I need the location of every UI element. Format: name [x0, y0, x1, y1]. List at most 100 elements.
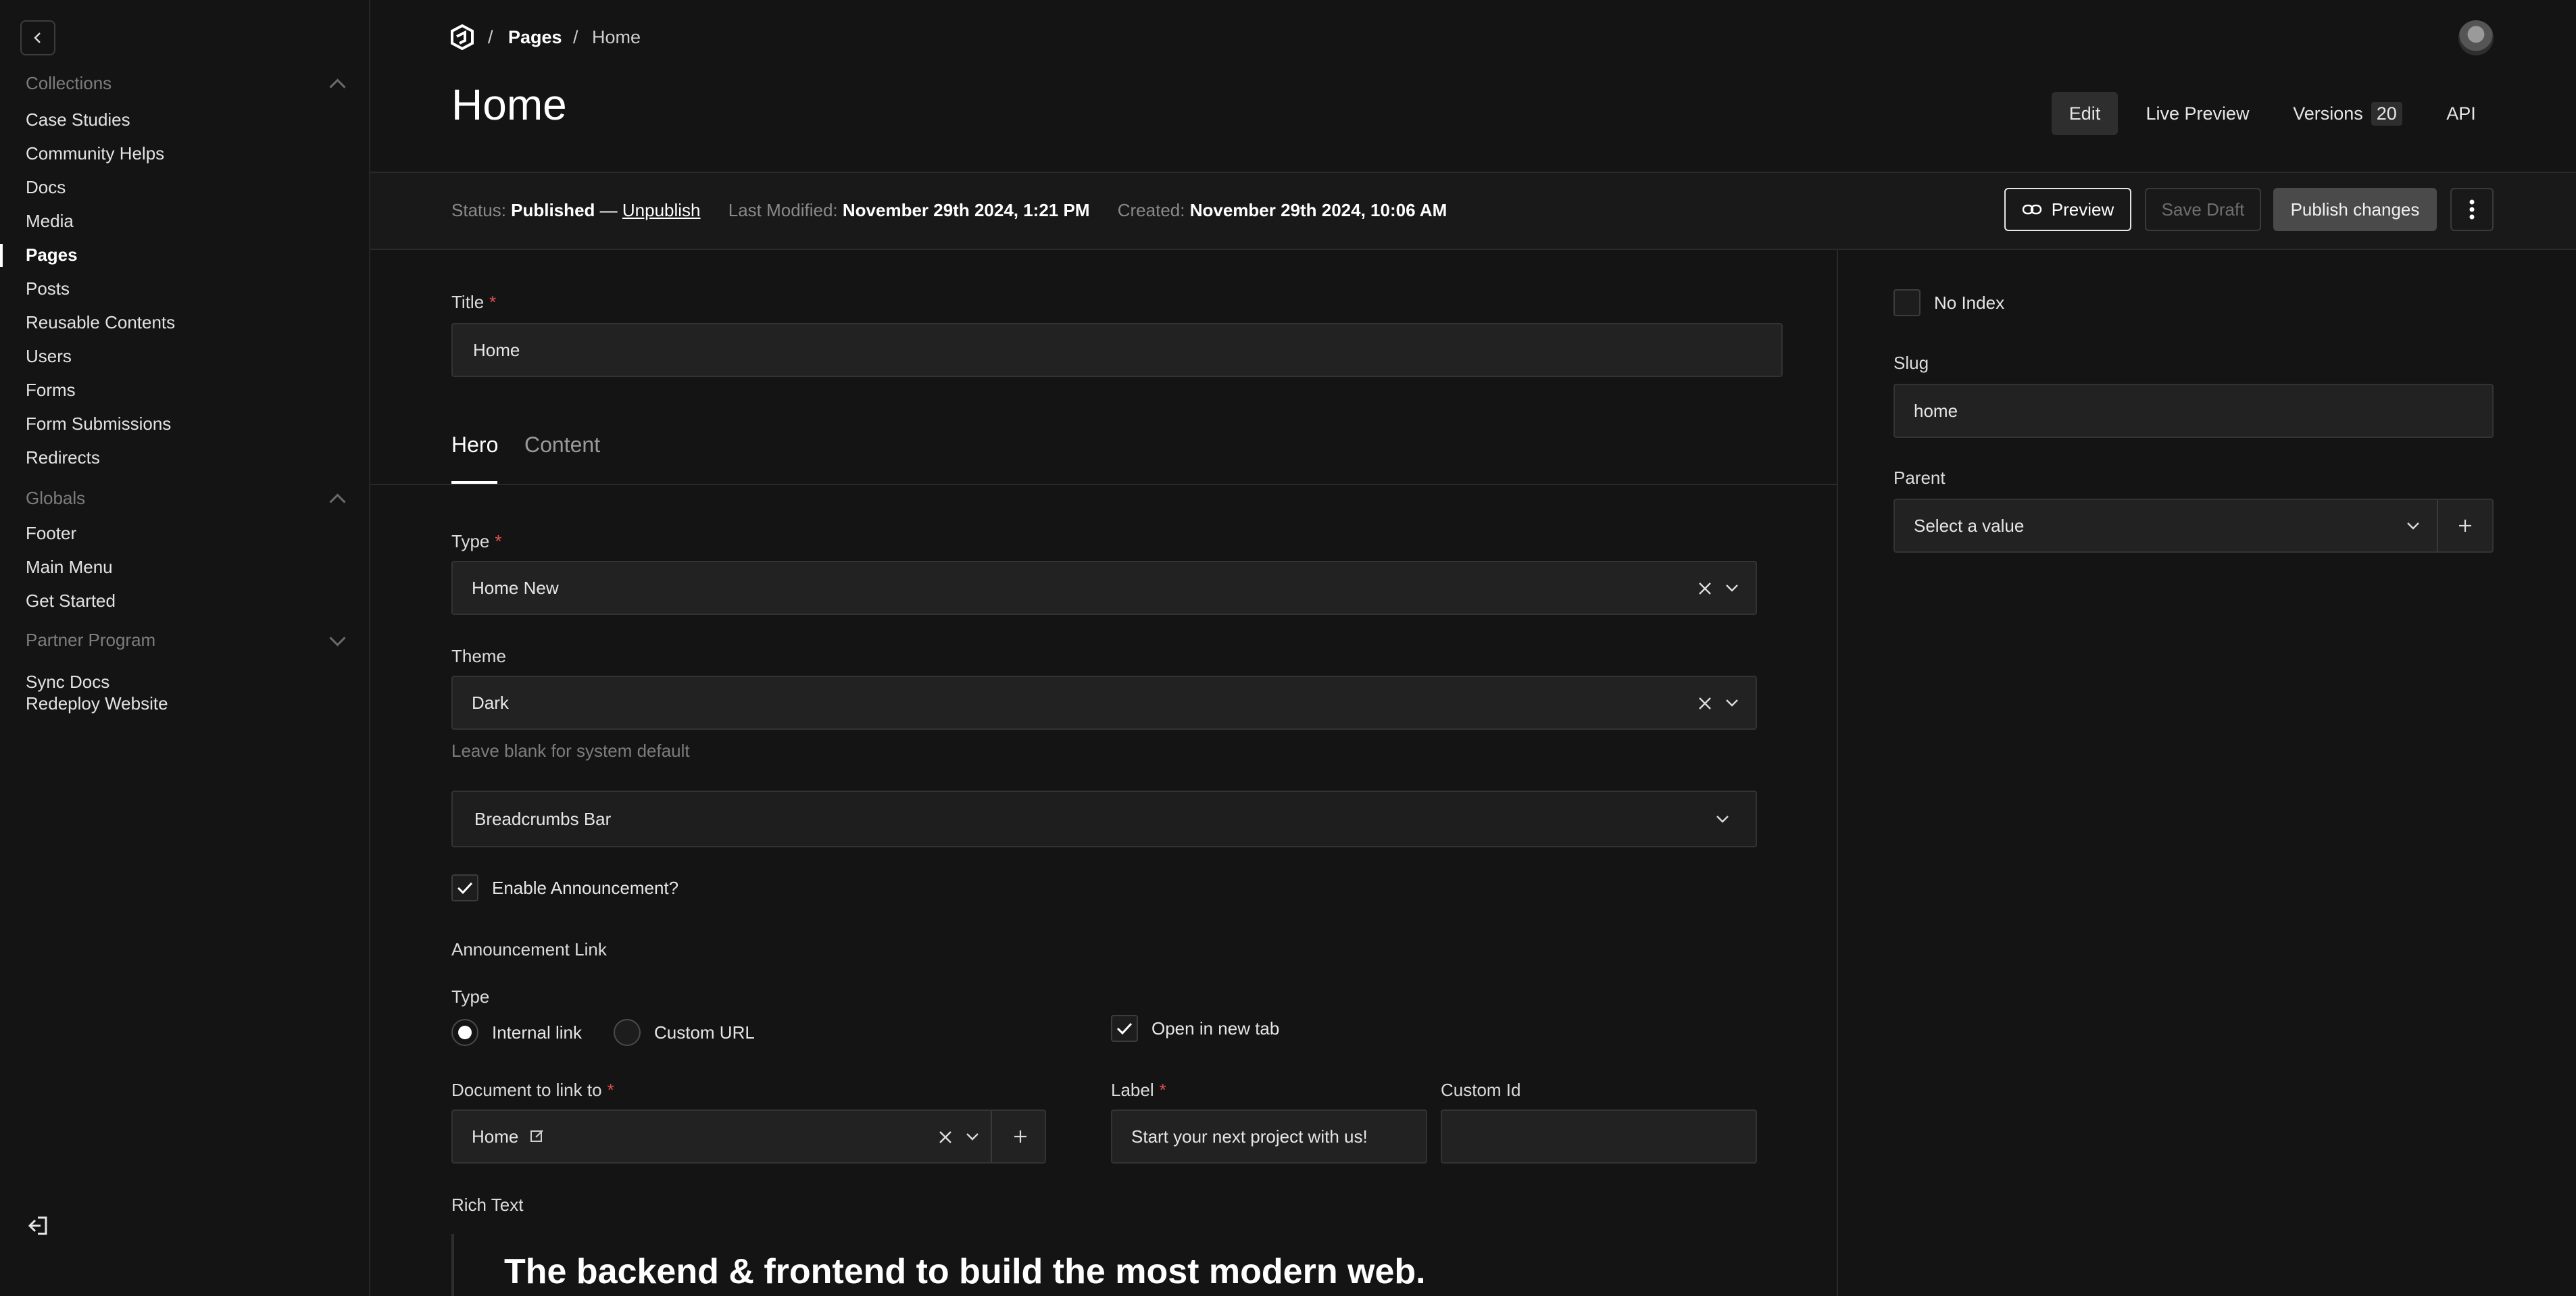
rich-text-editor[interactable]: The backend & frontend to build the most…	[504, 1251, 1426, 1292]
sidebar-group-globals[interactable]: Globals	[26, 488, 85, 509]
tab-versions[interactable]: Versions 20	[2288, 92, 2407, 135]
tab-live-preview[interactable]: Live Preview	[2137, 92, 2258, 135]
panel-divider	[1837, 250, 1838, 1296]
versions-count-badge: 20	[2371, 101, 2402, 126]
sidebar-item-get-started[interactable]: Get Started	[26, 591, 116, 612]
slug-input[interactable]: home	[1893, 384, 2494, 438]
more-vertical-icon	[2469, 199, 2475, 220]
sidebar-item-redirects[interactable]: Redirects	[26, 447, 100, 468]
tab-content[interactable]: Content	[524, 432, 600, 457]
select-divider	[2437, 500, 2438, 551]
app-logo-icon[interactable]	[450, 24, 474, 50]
logout-icon[interactable]	[27, 1214, 51, 1238]
chevron-down-icon[interactable]	[1715, 814, 1730, 824]
clear-icon[interactable]	[1698, 696, 1712, 711]
chevron-up-icon[interactable]	[329, 78, 346, 95]
tab-edit[interactable]: Edit	[2052, 92, 2118, 135]
parent-select[interactable]: Select a value	[1893, 499, 2494, 553]
chevron-down-icon[interactable]	[329, 630, 346, 647]
sidebar-item-media[interactable]: Media	[26, 211, 74, 232]
required-marker: *	[607, 1080, 614, 1100]
add-icon[interactable]	[2457, 518, 2473, 534]
enable-announcement-label: Enable Announcement?	[492, 878, 679, 898]
custom-id-label: Custom Id	[1441, 1080, 1521, 1100]
collapse-sidebar-button[interactable]	[20, 20, 55, 55]
type-label: Type *	[451, 531, 502, 552]
sidebar-item-main-menu[interactable]: Main Menu	[26, 557, 113, 578]
breadcrumb-home: Home	[592, 27, 641, 47]
unpublish-link[interactable]: Unpublish	[622, 200, 701, 220]
internal-link-label: Internal link	[492, 1022, 582, 1043]
link-label-input[interactable]: Start your next project with us!	[1111, 1110, 1427, 1164]
parent-label: Parent	[1893, 468, 1946, 488]
open-new-tab-label: Open in new tab	[1151, 1018, 1280, 1039]
status-value: Published	[511, 200, 595, 220]
clear-icon[interactable]	[938, 1130, 953, 1145]
title-input[interactable]: Home	[451, 323, 1783, 377]
breadcrumbs-bar-collapsible[interactable]: Breadcrumbs Bar	[451, 791, 1757, 847]
sidebar-item-form-submissions[interactable]: Form Submissions	[26, 414, 171, 434]
chevron-up-icon[interactable]	[329, 493, 346, 510]
preview-button-label: Preview	[2051, 199, 2114, 220]
internal-link-radio[interactable]	[451, 1019, 478, 1046]
more-options-button[interactable]	[2450, 188, 2494, 231]
status-label: Status:	[451, 200, 506, 220]
preview-button[interactable]: Preview	[2004, 188, 2131, 231]
sidebar-item-sync-docs[interactable]: Sync Docs	[26, 672, 109, 693]
breadcrumb-pages[interactable]: Pages	[508, 27, 562, 48]
add-icon[interactable]	[1012, 1128, 1029, 1145]
type-select[interactable]: Home New	[451, 561, 1757, 615]
active-indicator	[0, 244, 3, 267]
sidebar-item-reusable-contents[interactable]: Reusable Contents	[26, 312, 175, 333]
sidebar-item-docs[interactable]: Docs	[26, 177, 66, 198]
theme-select-value: Dark	[472, 693, 509, 713]
tabs-divider	[370, 484, 1837, 485]
no-index-checkbox[interactable]	[1893, 289, 1921, 316]
chevron-left-icon	[31, 31, 45, 45]
open-new-tab-checkbox[interactable]	[1111, 1015, 1138, 1042]
sidebar-item-community-helps[interactable]: Community Helps	[26, 143, 164, 164]
enable-announcement-checkbox[interactable]	[451, 874, 478, 901]
slug-label: Slug	[1893, 353, 1929, 373]
select-divider	[991, 1111, 992, 1162]
chevron-down-icon[interactable]	[2406, 520, 2421, 531]
sidebar-item-forms[interactable]: Forms	[26, 380, 76, 401]
last-modified-value: November 29th 2024, 1:21 PM	[842, 200, 1090, 220]
sidebar-item-users[interactable]: Users	[26, 346, 72, 367]
save-draft-button[interactable]: Save Draft	[2145, 188, 2261, 231]
publish-changes-button[interactable]: Publish changes	[2273, 188, 2437, 231]
tab-versions-label: Versions	[2293, 103, 2363, 124]
theme-label: Theme	[451, 646, 506, 666]
title-label-text: Title	[451, 292, 485, 312]
doc-link-select[interactable]: Home	[451, 1110, 1046, 1164]
custom-url-label: Custom URL	[654, 1022, 755, 1043]
clear-icon[interactable]	[1698, 581, 1712, 596]
tab-hero[interactable]: Hero	[451, 432, 498, 457]
sidebar-item-pages[interactable]: Pages	[26, 245, 78, 266]
breadcrumbs-bar-label: Breadcrumbs Bar	[474, 809, 612, 829]
tab-api[interactable]: API	[2429, 92, 2494, 135]
title-input-value: Home	[473, 340, 520, 360]
theme-select[interactable]: Dark	[451, 676, 1757, 730]
edit-icon[interactable]	[530, 1128, 545, 1143]
avatar[interactable]	[2458, 20, 2494, 55]
doc-link-value: Home	[472, 1126, 519, 1147]
custom-id-input[interactable]	[1441, 1110, 1757, 1164]
custom-url-radio[interactable]	[614, 1019, 641, 1046]
required-marker: *	[489, 292, 497, 312]
sidebar-item-case-studies[interactable]: Case Studies	[26, 109, 130, 130]
status-dash: —	[599, 200, 618, 220]
sidebar-group-collections[interactable]: Collections	[26, 73, 112, 94]
sidebar-item-footer[interactable]: Footer	[26, 523, 76, 544]
sidebar-item-redeploy-website[interactable]: Redeploy Website	[26, 693, 168, 714]
link-label-label: Label *	[1111, 1080, 1166, 1101]
sidebar-item-posts[interactable]: Posts	[26, 278, 70, 299]
radio-dot	[458, 1026, 472, 1039]
chevron-down-icon[interactable]	[1725, 697, 1739, 708]
title-label: Title *	[451, 292, 496, 313]
sidebar-group-partner-program[interactable]: Partner Program	[26, 630, 155, 651]
slug-value: home	[1914, 401, 1958, 421]
chevron-down-icon[interactable]	[965, 1131, 980, 1142]
chevron-down-icon[interactable]	[1725, 582, 1739, 593]
breadcrumb-separator: /	[573, 27, 578, 47]
